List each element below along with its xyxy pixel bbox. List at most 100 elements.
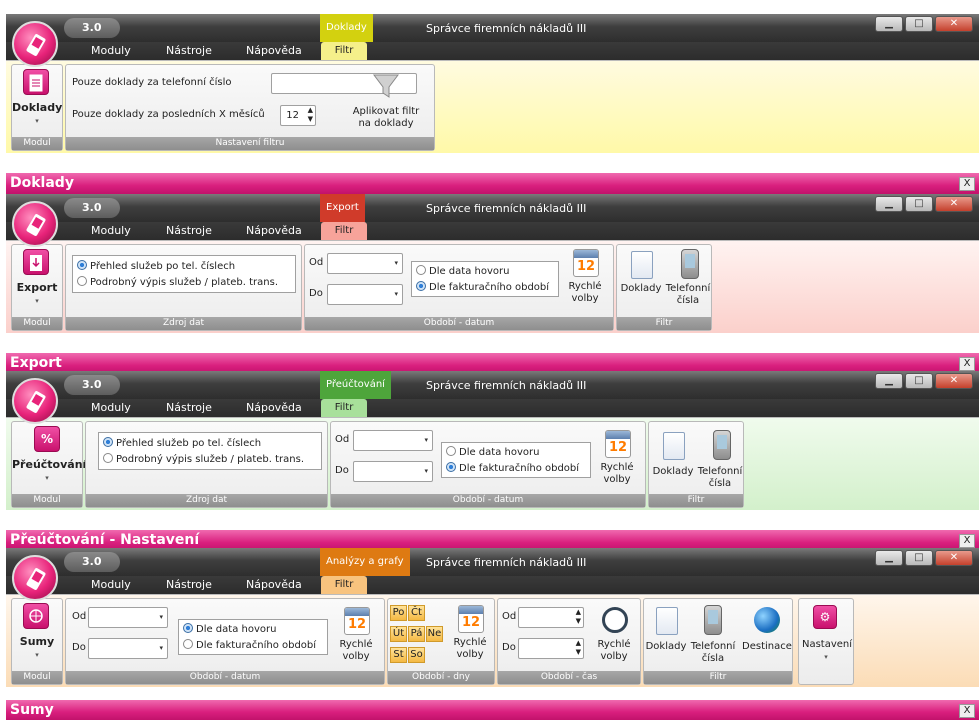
day-ut-button[interactable]: Út	[390, 626, 407, 642]
day-so-button[interactable]: So	[408, 647, 425, 663]
day-st-button[interactable]: St	[390, 647, 407, 663]
close-button[interactable]: ✕	[935, 373, 973, 389]
filter-phones-button[interactable]: Telefonní čísla	[663, 283, 713, 307]
module-button[interactable]: Sumy	[12, 635, 62, 648]
window-doklady: 3.0 Doklady Správce firemních nákladů II…	[6, 14, 979, 194]
quick-options-button[interactable]: Rychlé volby	[561, 281, 609, 305]
apply-filter-button[interactable]: Aplikovat filtr na doklady	[351, 71, 421, 130]
tab-napoveda[interactable]: Nápověda	[246, 44, 302, 60]
close-tab-button[interactable]: X	[959, 357, 975, 371]
tab-nastroje[interactable]: Nástroje	[166, 578, 212, 594]
tab-filtr[interactable]: Filtr	[321, 42, 367, 60]
date-to-select[interactable]: ▾	[353, 461, 433, 482]
maximize-button[interactable]: □	[905, 373, 933, 389]
filter-phones-button[interactable]: Telefonní čísla	[688, 641, 738, 665]
calendar-icon[interactable]: 12	[605, 430, 631, 458]
day-ct-button[interactable]: Čt	[408, 605, 425, 621]
calendar-icon[interactable]: 12	[573, 249, 599, 277]
day-pa-button[interactable]: Pá	[408, 626, 425, 642]
percent-icon[interactable]: %	[34, 426, 60, 452]
filter-doklady-button[interactable]: Doklady	[651, 466, 695, 477]
date-from-select[interactable]: ▾	[327, 253, 403, 274]
menu-tab-row	[6, 399, 979, 417]
close-tab-button[interactable]: X	[959, 704, 975, 718]
tab-nastroje[interactable]: Nástroje	[166, 224, 212, 240]
maximize-button[interactable]: □	[905, 196, 933, 212]
tab-nastroje[interactable]: Nástroje	[166, 44, 212, 60]
group-period-date: Od ▾ Do ▾ Dle data hovoru Dle fakturační…	[330, 421, 646, 508]
sum-globe-icon[interactable]	[23, 603, 49, 629]
period-option-call-date[interactable]: Dle data hovoru	[416, 265, 509, 277]
day-po-button[interactable]: Po	[390, 605, 407, 621]
quick-options-button[interactable]: Rychlé volby	[593, 462, 641, 486]
calendar-icon[interactable]: 12	[344, 607, 370, 635]
app-orb-button[interactable]	[12, 378, 58, 424]
date-from-select[interactable]: ▾	[353, 430, 433, 451]
minimize-button[interactable]: ▁	[875, 16, 903, 32]
source-option-prehled[interactable]: Přehled služeb po tel. číslech	[77, 260, 235, 272]
filter-phones-button[interactable]: Telefonní čísla	[695, 466, 745, 490]
ribbon: Sumy ▾ Modul Od ▾ Do ▾ Dle data hovoru D…	[6, 594, 979, 687]
minimize-button[interactable]: ▁	[875, 196, 903, 212]
tab-napoveda[interactable]: Nápověda	[246, 401, 302, 417]
tab-filtr[interactable]: Filtr	[321, 222, 367, 240]
date-from-select[interactable]: ▾	[88, 607, 168, 628]
source-option-prehled[interactable]: Přehled služeb po tel. číslech	[103, 437, 261, 449]
period-option-billing[interactable]: Dle fakturačního období	[416, 281, 549, 293]
filter-doklady-button[interactable]: Doklady	[619, 283, 663, 294]
app-orb-button[interactable]	[12, 21, 58, 67]
time-quick-options-button[interactable]: Rychlé volby	[590, 639, 638, 663]
group-caption: Zdroj dat	[86, 494, 327, 507]
period-option-call-date[interactable]: Dle data hovoru	[183, 623, 276, 635]
period-option-billing[interactable]: Dle fakturačního období	[446, 462, 579, 474]
time-from-stepper[interactable]: ▲ ▼	[518, 607, 584, 628]
export-module-icon[interactable]	[23, 249, 49, 275]
settings-button[interactable]: Nastavení	[799, 639, 855, 650]
clock-icon[interactable]	[602, 607, 628, 633]
tab-filtr[interactable]: Filtr	[321, 399, 367, 417]
module-button[interactable]: Přeúčtování	[12, 458, 86, 471]
tab-napoveda[interactable]: Nápověda	[246, 578, 302, 594]
tab-moduly[interactable]: Moduly	[91, 401, 131, 417]
maximize-button[interactable]: □	[905, 16, 933, 32]
day-ne-button[interactable]: Ne	[426, 626, 443, 642]
source-option-podrobny[interactable]: Podrobný výpis služeb / plateb. trans.	[103, 453, 304, 465]
period-option-billing[interactable]: Dle fakturačního období	[183, 639, 316, 651]
months-stepper[interactable]: 12 ▲ ▼	[280, 105, 316, 126]
filter-destinations-button[interactable]: Destinace	[740, 641, 794, 652]
doklady-module-icon[interactable]	[23, 69, 49, 95]
date-to-select[interactable]: ▾	[327, 284, 403, 305]
quick-options-button[interactable]: Rychlé volby	[332, 639, 380, 663]
tab-moduly[interactable]: Moduly	[91, 578, 131, 594]
module-button[interactable]: Doklady	[12, 101, 62, 114]
close-tab-button[interactable]: X	[959, 534, 975, 548]
tab-napoveda[interactable]: Nápověda	[246, 224, 302, 240]
date-to-select[interactable]: ▾	[88, 638, 168, 659]
minimize-button[interactable]: ▁	[875, 373, 903, 389]
time-to-stepper[interactable]: ▲ ▼	[518, 638, 584, 659]
document-icon	[656, 607, 678, 635]
period-option-call-date[interactable]: Dle data hovoru	[446, 446, 539, 458]
phone-icon	[713, 430, 731, 460]
tab-filtr[interactable]: Filtr	[321, 576, 367, 594]
tab-nastroje[interactable]: Nástroje	[166, 401, 212, 417]
minimize-button[interactable]: ▁	[875, 550, 903, 566]
tab-moduly[interactable]: Moduly	[91, 44, 131, 60]
days-quick-options-button[interactable]: Rychlé volby	[446, 637, 494, 661]
calendar-check-icon[interactable]: 12	[458, 605, 484, 633]
source-option-podrobny[interactable]: Podrobný výpis služeb / plateb. trans.	[77, 276, 278, 288]
app-orb-button[interactable]	[12, 555, 58, 601]
close-button[interactable]: ✕	[935, 550, 973, 566]
tab-moduly[interactable]: Moduly	[91, 224, 131, 240]
module-button[interactable]: Export	[12, 281, 62, 294]
close-button[interactable]: ✕	[935, 196, 973, 212]
maximize-button[interactable]: □	[905, 550, 933, 566]
period-option-label: Dle fakturačního období	[196, 640, 317, 651]
settings-icon[interactable]: ⚙	[813, 605, 837, 629]
app-orb-button[interactable]	[12, 201, 58, 247]
group-filter-settings: Pouze doklady za telefonní číslo Pouze d…	[65, 64, 435, 151]
close-tab-button[interactable]: X	[959, 177, 975, 191]
filter-doklady-button[interactable]: Doklady	[644, 641, 688, 652]
close-button[interactable]: ✕	[935, 16, 973, 32]
window-title: Správce firemních nákladů III	[426, 556, 587, 569]
